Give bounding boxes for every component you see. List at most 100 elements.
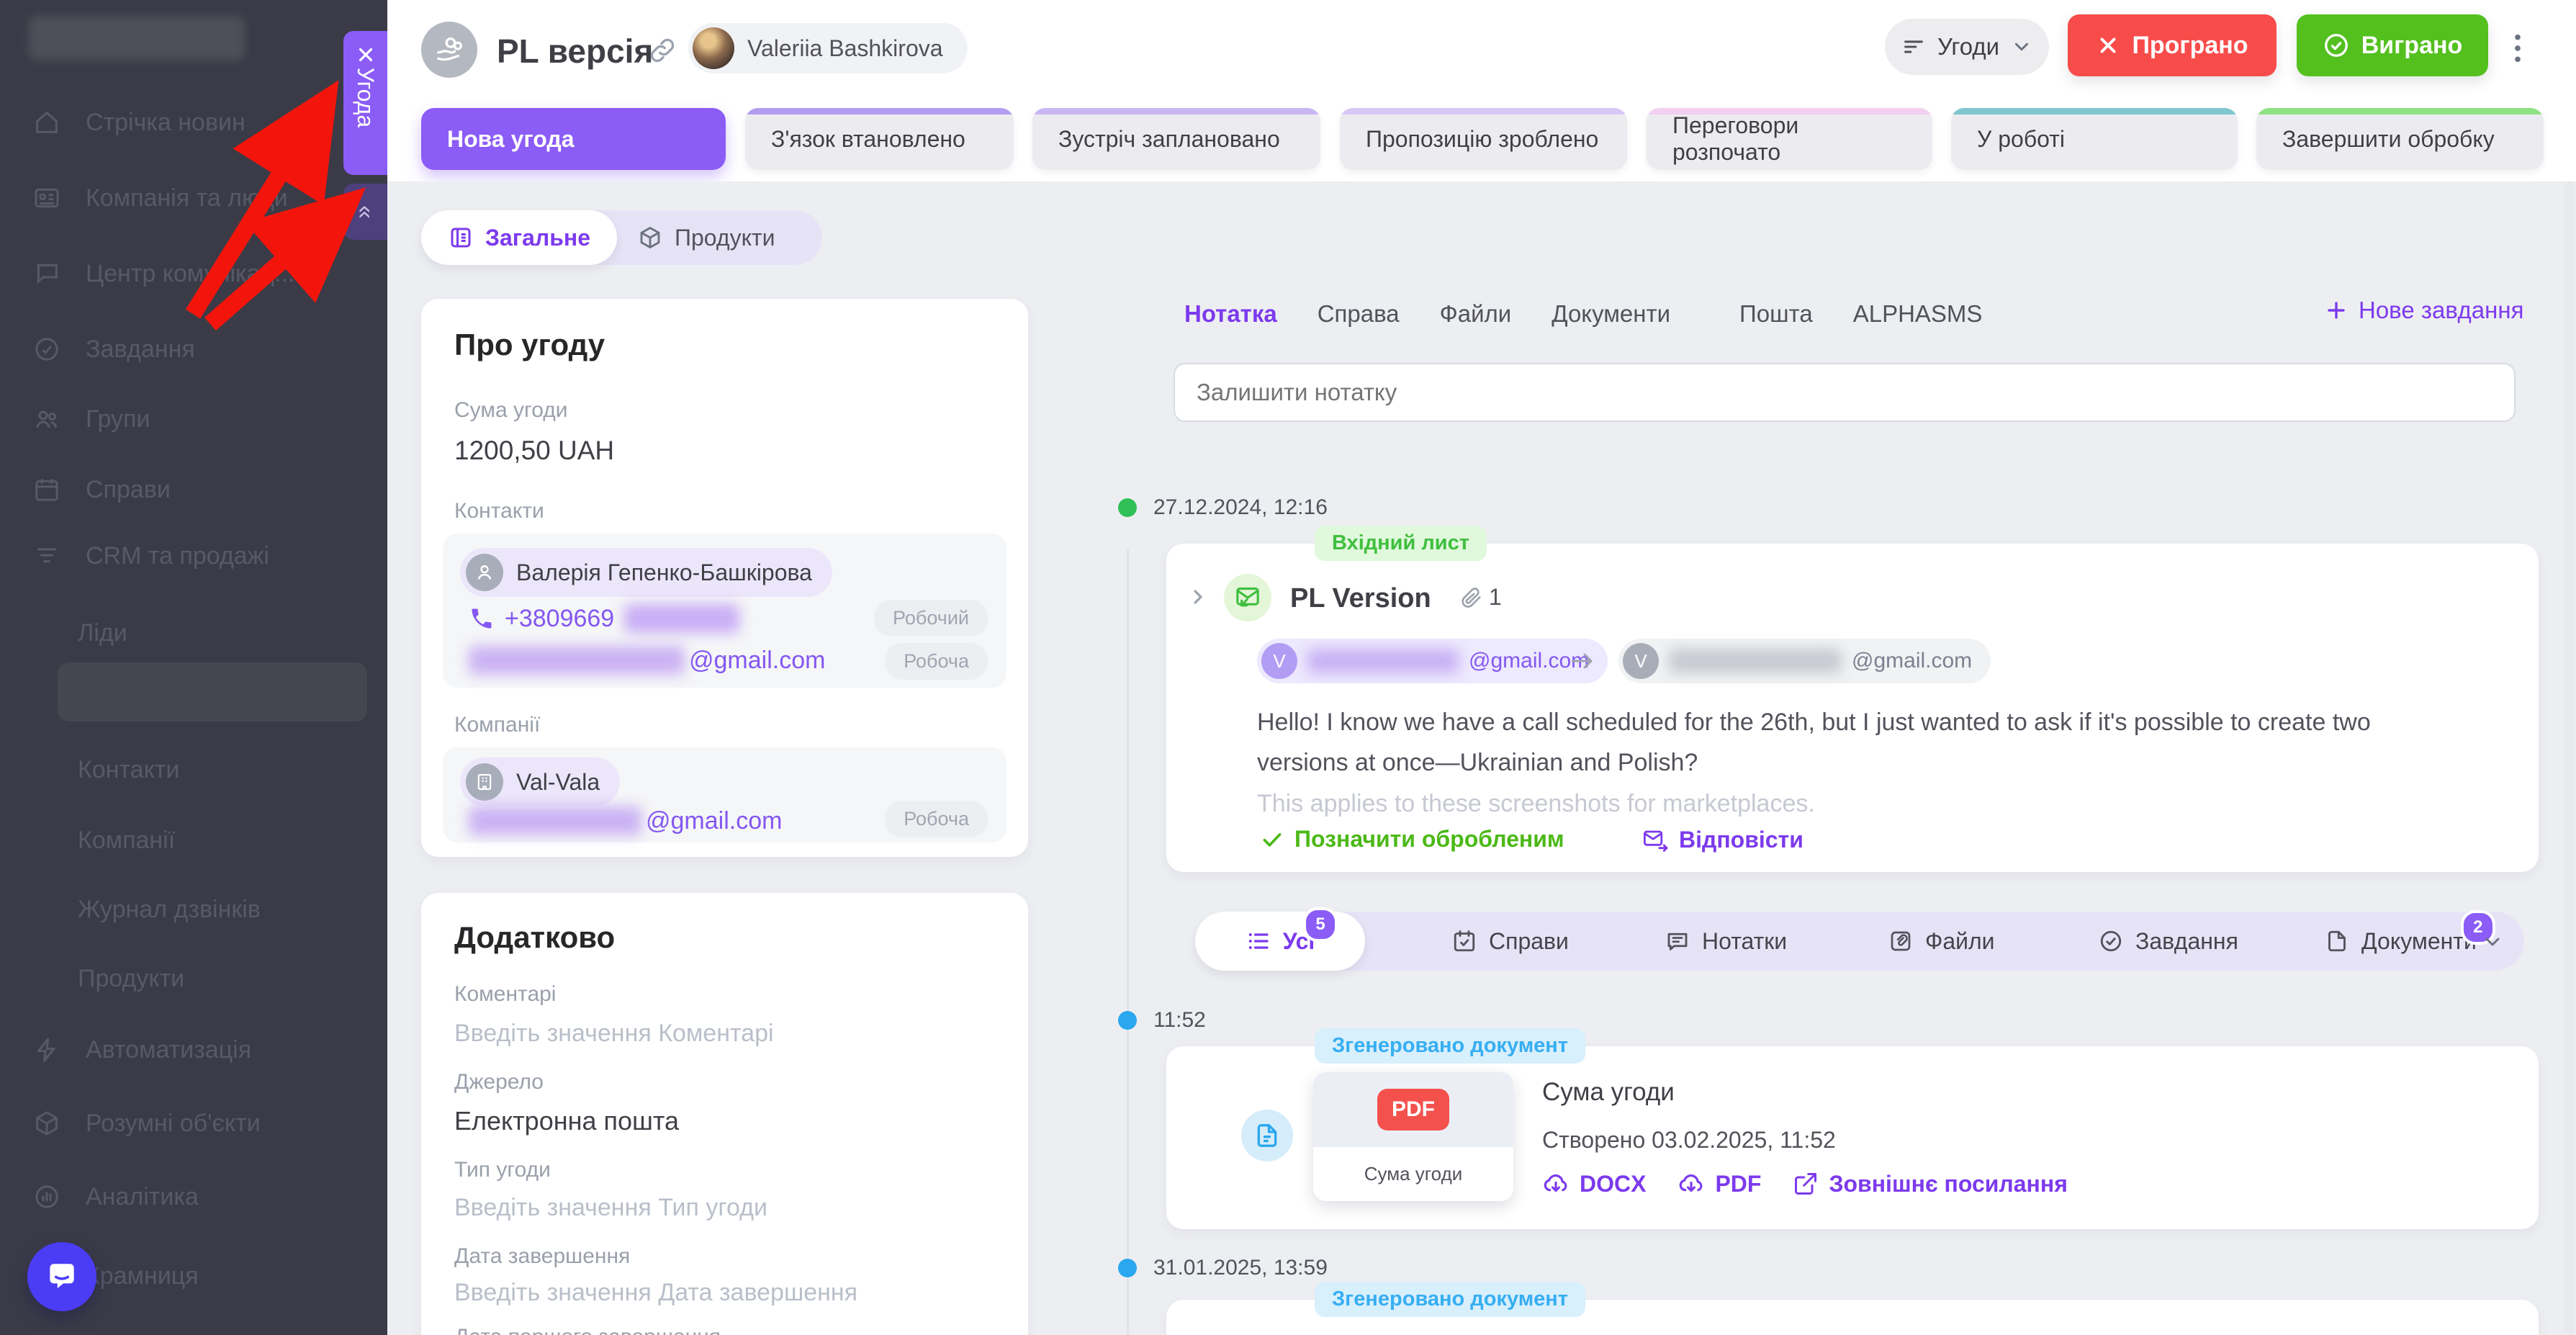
sidebar-item-products[interactable]: Продукти <box>78 965 184 993</box>
timeline-dot-doc <box>1118 1011 1137 1030</box>
sidebar-item-crm-sales[interactable]: CRM та продажі <box>32 541 269 570</box>
view-tabs: Загальне Продукти <box>421 210 822 265</box>
sidebar-item-groups[interactable]: Групи <box>32 405 150 433</box>
tab-general[interactable]: Загальне <box>421 210 617 265</box>
filter-tasks[interactable]: Завдання <box>2098 912 2238 971</box>
stage-negotiations-started[interactable]: Переговори розпочато <box>1647 108 1932 170</box>
reply-button[interactable]: Відповісти <box>1641 826 1803 853</box>
to-avatar: V <box>1623 643 1659 679</box>
field-end-date-placeholder[interactable]: Введіть значення Дата завершення <box>454 1279 857 1307</box>
phone-number-prefix: +3809669 <box>505 605 614 633</box>
sidebar-item-smart-objects[interactable]: Розумні об'єкти <box>32 1109 261 1138</box>
tab-files[interactable]: Файли <box>1440 300 1512 328</box>
sidebar-item-newsfeed[interactable]: Стрічка новин <box>32 108 246 137</box>
won-button[interactable]: Виграно <box>2297 14 2488 76</box>
app-logo <box>29 16 245 60</box>
stage-in-progress[interactable]: У роботі <box>1951 108 2238 170</box>
calendar-check-icon <box>1451 928 1477 954</box>
owner-chip[interactable]: Valeriia Bashkirova <box>688 23 968 73</box>
email-subject[interactable]: PL Version <box>1290 583 1431 614</box>
sidebar-active-item-highlight <box>58 662 367 722</box>
scrollbar[interactable] <box>2564 181 2575 1335</box>
field-deal-type-placeholder[interactable]: Введіть значення Тип угоди <box>454 1194 767 1222</box>
sidebar-item-communication-center[interactable]: Центр комунікац... <box>32 259 294 288</box>
doc-preview-thumbnail[interactable]: PDF Сума угоди <box>1313 1072 1513 1201</box>
tab-alphasms[interactable]: ALPHASMS <box>1853 300 1983 328</box>
tab-mail[interactable]: Пошта <box>1739 300 1813 328</box>
download-pdf-link[interactable]: PDF <box>1677 1170 1761 1197</box>
expand-email-button[interactable] <box>1186 585 1210 611</box>
check-circle-icon <box>2098 928 2124 954</box>
sidebar-item-companies[interactable]: Компанії <box>78 827 175 855</box>
deal-slideout-tab[interactable]: Угода <box>343 31 387 175</box>
field-source-value[interactable]: Електронна пошта <box>454 1106 679 1136</box>
timeline-dot-doc2 <box>1118 1259 1137 1277</box>
external-link[interactable]: Зовнішнє посилання <box>1793 1171 2067 1197</box>
sidebar-item-company-people[interactable]: Компанія та люди <box>32 184 288 212</box>
tab-activity[interactable]: Справа <box>1318 300 1400 328</box>
collapse-slideout-tab[interactable]: « <box>343 184 387 240</box>
chevron-down-icon[interactable] <box>2481 930 2504 953</box>
email-to-pill[interactable]: V @gmail.com <box>1618 639 1991 683</box>
filter-activities[interactable]: Справи <box>1451 912 1569 971</box>
sidebar-item-leads[interactable]: Ліди <box>78 619 127 647</box>
pipeline-selector[interactable]: Угоди <box>1885 19 2049 75</box>
stage-finish-processing[interactable]: Завершити обробку <box>2256 108 2544 170</box>
note-input[interactable] <box>1174 363 2516 422</box>
contact-block: Валерія Гепенко-Башкірова +3809669 Робоч… <box>443 534 1006 688</box>
email-from-pill[interactable]: V @gmail.com <box>1257 639 1608 683</box>
sidebar-item-tasks[interactable]: Завдання <box>32 335 195 364</box>
contact-phone[interactable]: +3809669 <box>469 604 739 633</box>
package-icon <box>637 225 663 251</box>
redacted-to-email <box>1669 649 1842 673</box>
to-email-domain: @gmail.com <box>1852 649 1972 673</box>
tab-documents[interactable]: Документи <box>1552 300 1670 328</box>
sidebar-item-call-log[interactable]: Журнал дзвінків <box>78 896 261 924</box>
field-end-date-label: Дата завершення <box>454 1244 630 1269</box>
email-body-faded: This applies to these screenshots for ma… <box>1257 790 2445 818</box>
document-card: PDF Сума угоди Сума угоди Створено 03.02… <box>1166 1046 2539 1229</box>
sidebar-item-activities[interactable]: Справи <box>32 475 171 504</box>
sidebar-item-automation[interactable]: Автоматизація <box>32 1035 251 1064</box>
filter-notes[interactable]: Нотатки <box>1665 912 1787 971</box>
mark-processed-button[interactable]: Позначити обробленим <box>1260 826 1564 853</box>
pdf-badge: PDF <box>1377 1089 1449 1131</box>
sidebar-item-analytics[interactable]: Аналітика <box>32 1182 199 1211</box>
incoming-mail-badge: Вхідний лист <box>1315 526 1487 561</box>
incoming-mail-icon-circle <box>1224 574 1271 621</box>
layout-list-icon <box>448 225 474 251</box>
stage-proposal-made[interactable]: Пропозицію зроблено <box>1340 108 1627 170</box>
download-docx-link[interactable]: DOCX <box>1542 1170 1646 1197</box>
tab-products[interactable]: Продукти <box>637 210 775 265</box>
filter-documents[interactable]: Документи 2 <box>2324 912 2477 971</box>
close-icon[interactable] <box>355 44 377 66</box>
check-circle-icon <box>32 335 61 364</box>
copy-link-button[interactable] <box>648 36 677 67</box>
deal-tab-label: Угода <box>352 68 379 127</box>
tab-note[interactable]: Нотатка <box>1184 300 1277 328</box>
filter-files[interactable]: Файли <box>1888 912 1995 971</box>
sidebar-item-contacts[interactable]: Контакти <box>78 756 179 784</box>
new-task-button[interactable]: Нове завдання <box>2324 297 2523 324</box>
company-email[interactable]: @gmail.com <box>469 806 782 835</box>
field-source-label: Джерело <box>454 1070 544 1094</box>
company-email-domain: @gmail.com <box>646 807 782 835</box>
page-title: PL версія <box>497 32 653 71</box>
chat-launcher-button[interactable] <box>27 1242 96 1311</box>
stage-contact-established[interactable]: З'язок втановлено <box>745 108 1014 170</box>
x-icon <box>2096 33 2120 58</box>
stage-new-deal[interactable]: Нова угода <box>421 108 726 170</box>
lost-button[interactable]: Програно <box>2068 14 2276 76</box>
filter-all[interactable]: Усі 5 <box>1195 912 1365 971</box>
from-avatar: V <box>1261 643 1297 679</box>
contact-email[interactable]: @gmail.com <box>469 646 825 675</box>
company-chip[interactable]: Val-Vala <box>460 758 620 806</box>
contact-avatar <box>466 554 503 591</box>
field-comments-placeholder[interactable]: Введіть значення Коментарі <box>454 1020 774 1048</box>
stage-meeting-scheduled[interactable]: Зустріч заплановано <box>1032 108 1320 170</box>
field-deal-type-label: Тип угоди <box>454 1158 551 1182</box>
header-kebab-menu[interactable] <box>2513 32 2523 67</box>
email-type-badge: Робоча <box>885 643 988 680</box>
contact-chip[interactable]: Валерія Гепенко-Башкірова <box>460 548 832 597</box>
handshake-coins-icon <box>433 33 466 66</box>
